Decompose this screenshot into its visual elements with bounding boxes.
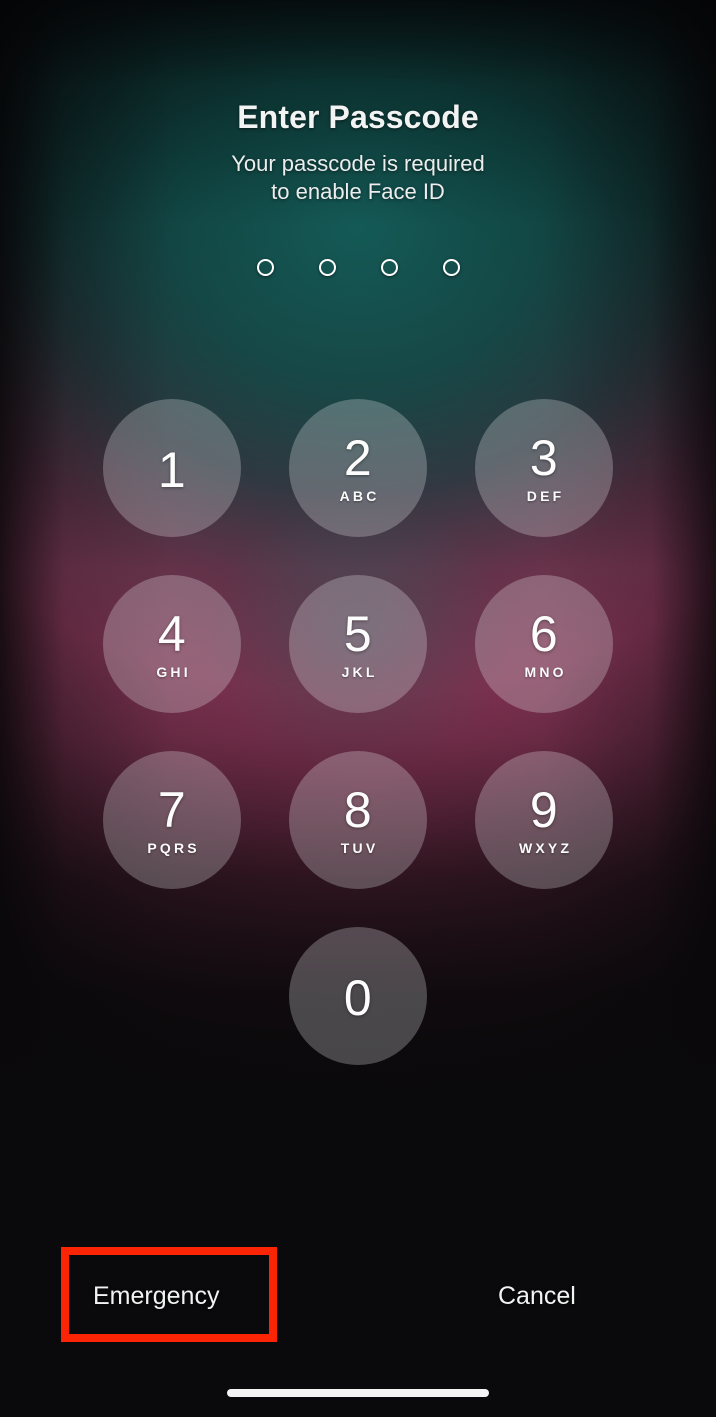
keypad-key-0[interactable]: 0 bbox=[289, 927, 427, 1065]
passcode-dot-2 bbox=[318, 259, 336, 276]
keypad-key-9[interactable]: 9 WXYZ bbox=[475, 751, 613, 889]
keypad-key-digit: 9 bbox=[529, 782, 559, 838]
lock-screen-actions: Emergency Cancel bbox=[0, 1272, 716, 1320]
lock-screen: Enter Passcode Your passcode is required… bbox=[0, 0, 716, 1417]
passcode-dot-4 bbox=[442, 259, 460, 276]
passcode-subtitle: Your passcode is required to enable Face… bbox=[0, 150, 716, 206]
keypad-key-digit: 3 bbox=[529, 430, 559, 486]
keypad-key-digit: 5 bbox=[343, 606, 373, 662]
keypad-key-2[interactable]: 2 ABC bbox=[289, 399, 427, 537]
keypad-key-digit: 0 bbox=[343, 970, 373, 1026]
keypad-row: 1 2 ABC 3 DEF bbox=[88, 399, 628, 537]
home-indicator[interactable] bbox=[227, 1389, 489, 1397]
emergency-button[interactable]: Emergency bbox=[93, 1272, 219, 1320]
keypad-key-4[interactable]: 4 GHI bbox=[103, 575, 241, 713]
passcode-dot-3 bbox=[380, 259, 398, 276]
keypad-key-letters: GHI bbox=[156, 664, 191, 680]
keypad-key-letters: MNO bbox=[524, 664, 567, 680]
keypad-key-letters: JKL bbox=[341, 664, 378, 680]
keypad-key-6[interactable]: 6 MNO bbox=[475, 575, 613, 713]
keypad-key-digit: 8 bbox=[343, 782, 373, 838]
keypad-spacer bbox=[475, 927, 613, 1065]
cancel-button[interactable]: Cancel bbox=[498, 1272, 576, 1320]
keypad-key-digit: 7 bbox=[157, 782, 187, 838]
keypad-key-letters: DEF bbox=[526, 488, 565, 504]
passcode-header: Enter Passcode Your passcode is required… bbox=[0, 101, 716, 206]
keypad-key-digit: 4 bbox=[157, 606, 187, 662]
keypad-row: 0 bbox=[88, 927, 628, 1065]
keypad-key-letters: WXYZ bbox=[518, 840, 573, 856]
keypad-key-7[interactable]: 7 PQRS bbox=[103, 751, 241, 889]
passcode-keypad[interactable]: 1 2 ABC 3 DEF 4 GHI 5 JKL 6 MNO 7 PQRS 8 TUV 9 WXYZ 0 bbox=[88, 399, 628, 1065]
keypad-key-letters: TUV bbox=[340, 840, 379, 856]
keypad-spacer bbox=[103, 927, 241, 1065]
keypad-key-1[interactable]: 1 bbox=[103, 399, 241, 537]
keypad-key-letters: ABC bbox=[339, 488, 380, 504]
keypad-key-5[interactable]: 5 JKL bbox=[289, 575, 427, 713]
passcode-subtitle-line-2: to enable Face ID bbox=[271, 179, 445, 205]
passcode-dots bbox=[0, 259, 716, 276]
keypad-key-digit: 1 bbox=[157, 442, 187, 498]
keypad-row: 7 PQRS 8 TUV 9 WXYZ bbox=[88, 751, 628, 889]
keypad-key-letters: PQRS bbox=[147, 840, 200, 856]
passcode-subtitle-line-1: Your passcode is required bbox=[231, 151, 485, 176]
page-title: Enter Passcode bbox=[237, 99, 479, 135]
keypad-key-digit: 6 bbox=[529, 606, 559, 662]
keypad-key-8[interactable]: 8 TUV bbox=[289, 751, 427, 889]
keypad-key-3[interactable]: 3 DEF bbox=[475, 399, 613, 537]
keypad-row: 4 GHI 5 JKL 6 MNO bbox=[88, 575, 628, 713]
passcode-dot-1 bbox=[256, 259, 274, 276]
keypad-key-digit: 2 bbox=[343, 430, 373, 486]
